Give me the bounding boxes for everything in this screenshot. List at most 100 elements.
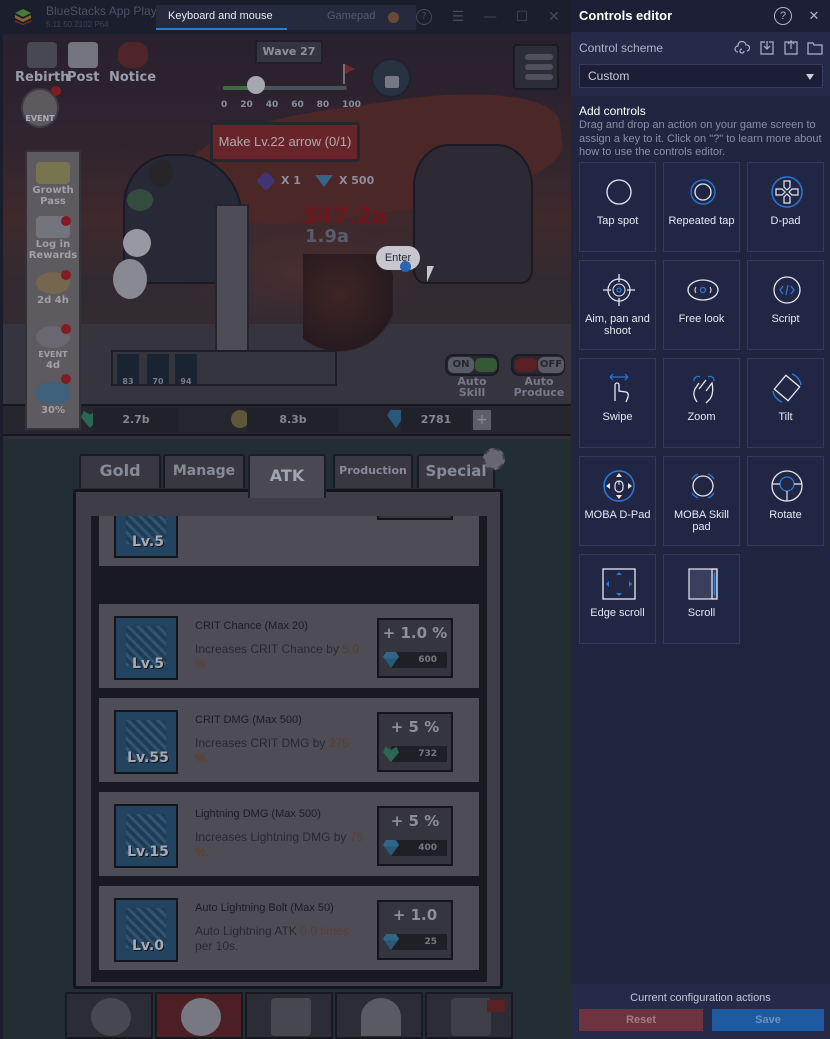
minimize-icon[interactable]: — (480, 7, 500, 27)
import-icon[interactable] (759, 40, 775, 56)
nav-rabbit-boss[interactable] (155, 992, 243, 1039)
help-icon[interactable]: ? (416, 9, 432, 25)
gear-icon[interactable] (483, 448, 505, 470)
rabbit-boss-icon (181, 998, 221, 1036)
upgrade-buy-button[interactable]: + 1.0 % 600 (377, 618, 453, 678)
upgrade-buy-button[interactable]: 600 (377, 516, 453, 520)
upgrade-list[interactable]: Lv.5Increases ASPD by 0.25.600Lv.5CRIT C… (91, 516, 487, 982)
upgrade-buy-button[interactable]: + 5 % 400 (377, 806, 453, 866)
ticket-icon (36, 162, 70, 184)
upgrade-cost: 732 (391, 746, 447, 762)
units-icon (91, 998, 131, 1036)
control-moba-dpad[interactable]: MOBA D-Pad (579, 456, 656, 546)
menu-icon[interactable]: ☰ (448, 7, 468, 27)
control-d-pad[interactable]: D-pad (747, 162, 824, 252)
quest-bar[interactable]: Make Lv.22 arrow (0/1) (210, 122, 360, 162)
folder-icon[interactable] (807, 40, 823, 56)
auto-skill-toggle[interactable]: ON (445, 354, 499, 376)
control-moba-skill-pad[interactable]: MOBA Skill pad (663, 456, 740, 546)
skill-slot[interactable]: 70 (147, 354, 169, 386)
scroll-icon (688, 568, 718, 600)
tab-gold[interactable]: Gold (79, 454, 161, 488)
upgrade-value: 0.0 times (300, 924, 349, 938)
maximize-icon[interactable]: ☐ (512, 7, 532, 27)
wave-tick: 80 (316, 100, 330, 110)
cloud-sync-icon[interactable] (734, 40, 750, 56)
title-bar: BlueStacks App Player 5.11.50.2102 P64 K… (0, 0, 571, 34)
editor-title: Controls editor (579, 8, 673, 23)
auto-skill-label: Auto Skill (457, 375, 487, 399)
control-script[interactable]: Script (747, 260, 824, 350)
control-free-look[interactable]: Free look (663, 260, 740, 350)
control-tilt[interactable]: Tilt (747, 358, 824, 448)
nav-dungeon[interactable] (335, 992, 423, 1039)
upgrade-thumbnail: Lv.0 (114, 898, 178, 962)
control-label: Tilt (778, 411, 793, 423)
control-edge-scroll[interactable]: Edge scroll (579, 554, 656, 644)
upgrade-description: Increases CRIT DMG by 275 %. (195, 736, 349, 765)
app-version: 5.11.50.2102 P64 (46, 20, 109, 29)
save-button[interactable]: Save (712, 1009, 824, 1031)
lock-icon[interactable] (371, 58, 411, 98)
control-scheme-select[interactable]: Custom (579, 64, 823, 88)
reset-button[interactable]: Reset (579, 1009, 703, 1031)
wave-tick: 100 (342, 100, 361, 110)
editor-footer: Current configuration actions Reset Save (571, 984, 830, 1039)
control-aim-pan-shoot[interactable]: Aim, pan and shoot (579, 260, 656, 350)
wave-label: Wave 27 (255, 40, 323, 64)
enter-key-mapping[interactable]: Enter (376, 246, 420, 272)
angel-icon (27, 42, 58, 68)
tab-production[interactable]: Production (333, 454, 413, 488)
control-label: Scroll (687, 607, 716, 619)
control-tap-spot[interactable]: Tap spot (579, 162, 656, 252)
free-look-icon (687, 279, 719, 301)
upgrade-thumbnail: Lv.55 (114, 710, 178, 774)
export-icon[interactable] (783, 40, 799, 56)
upgrade-row: Lv.0 Auto Lightning Bolt (Max 50) Auto Lig… (97, 884, 481, 972)
tab-atk[interactable]: ATK (248, 454, 326, 498)
event-4d-button[interactable]: EVENT 4d (27, 326, 79, 371)
notification-dot (61, 270, 71, 280)
flag-icon (343, 64, 355, 84)
diamond-icon (314, 175, 333, 187)
bottom-nav (65, 992, 515, 1039)
tap-spot-icon (606, 179, 632, 205)
nav-units[interactable] (65, 992, 153, 1039)
event-timer-button[interactable]: 2d 4h (27, 272, 79, 306)
nav-chest[interactable] (425, 992, 513, 1039)
control-rotate[interactable]: Rotate (747, 456, 824, 546)
upgrade-thumbnail: Lv.15 (114, 804, 178, 868)
tilt-icon (772, 373, 802, 403)
upgrade-buy-button[interactable]: + 5 % 732 (377, 712, 453, 772)
skill-slot[interactable]: 94 (175, 354, 197, 386)
game-viewport[interactable]: Rebirth Post Notice EVENT Wave 27 0 20 4… (3, 34, 571, 1039)
upgrade-buy-button[interactable]: + 1.0 25 (377, 900, 453, 960)
control-swipe[interactable]: Swipe (579, 358, 656, 448)
post-button[interactable]: Post (67, 42, 99, 85)
add-controls-title: Add controls (579, 104, 646, 118)
control-label: D-pad (770, 215, 801, 227)
rebirth-button[interactable]: Rebirth (15, 42, 69, 85)
skill-slot[interactable]: 83 (117, 354, 139, 386)
tab-keyboard-mouse[interactable]: Keyboard and mouse (156, 5, 287, 30)
add-diamonds-button[interactable]: + (473, 410, 491, 430)
auto-produce-toggle[interactable]: OFF (511, 354, 565, 376)
growth-pass-button[interactable]: Growth Pass (27, 162, 79, 207)
login-rewards-button[interactable]: Log in Rewards (27, 216, 79, 261)
help-icon[interactable]: ? (774, 7, 792, 25)
megaphone-icon (117, 42, 148, 68)
control-scroll[interactable]: Scroll (663, 554, 740, 644)
game-menu-button[interactable] (513, 44, 559, 90)
close-icon[interactable]: ✕ (544, 7, 564, 27)
edge-scroll-icon (602, 568, 636, 600)
close-icon[interactable]: ✕ (805, 7, 823, 25)
gamepad-status-icon (388, 12, 399, 23)
rotate-icon (771, 470, 803, 502)
upgrade-increment: + 1.0 % (382, 624, 448, 642)
nav-weapons[interactable] (245, 992, 333, 1039)
notice-button[interactable]: Notice (109, 42, 156, 85)
tab-manage[interactable]: Manage (163, 454, 245, 488)
piggy-bank-button[interactable]: 30% (27, 382, 79, 416)
control-repeated-tap[interactable]: Repeated tap (663, 162, 740, 252)
control-zoom[interactable]: Zoom (663, 358, 740, 448)
